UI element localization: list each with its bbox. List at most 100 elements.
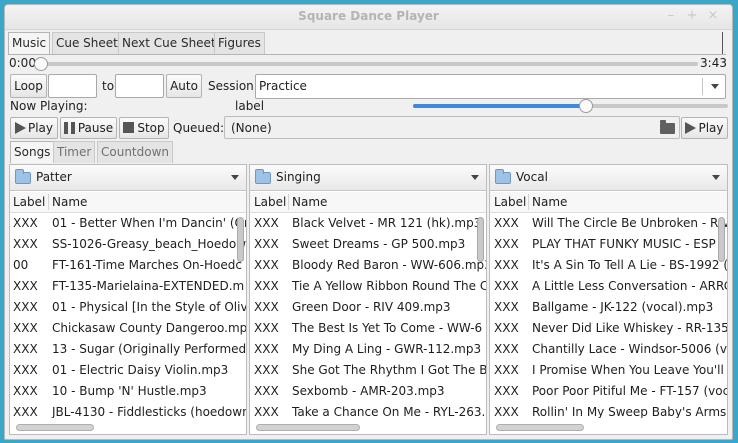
tab-countdown[interactable]: Countdown [97,141,174,163]
table-row[interactable]: XXX A Little Less Conversation - ARRC [490,276,727,297]
row-name: She Got The Rhythm I Got The Bl [292,363,486,377]
vertical-scrollbar[interactable] [237,217,244,262]
row-label: XXX [13,405,38,418]
category-select[interactable]: Vocal [490,165,727,191]
close-button[interactable]: × [706,9,720,23]
table-row[interactable]: XXX JBL-4130 - Fiddlesticks (hoedown [10,402,246,418]
loop-to-field[interactable] [115,74,164,98]
table-row[interactable]: XXX PLAY THAT FUNKY MUSIC - ESP [490,234,727,255]
tab-timer[interactable]: Timer [53,141,96,163]
position-slider-track[interactable] [41,62,698,66]
row-label: XXX [254,216,279,230]
maximize-button[interactable]: + [685,9,699,23]
tab-figures[interactable]: Figures [214,32,265,54]
table-row[interactable]: XXX The Best Is Yet To Come - WW-6 [250,318,486,339]
row-name: FT-135-Marielaina-EXTENDED.m [52,279,245,293]
row-name: SS-1026-Greasy_beach_Hoedow [52,237,246,251]
column-name[interactable]: Name [532,195,567,209]
table-row[interactable]: XXX Poor Poor Pitiful Me - FT-157 (voc [490,381,727,402]
horizontal-scrollbar[interactable] [256,424,360,431]
minimize-button[interactable]: – [664,9,678,23]
tab-music[interactable]: Music [8,32,51,54]
column-divider [528,194,529,210]
table-row[interactable]: XXX Chickasaw County Dangeroo.mp [10,318,246,339]
table-row[interactable]: XXX Sexbomb - AMR-203.mp3 [250,381,486,402]
table-row[interactable]: XXX Bloody Red Baron - WW-606.mp3 [250,255,486,276]
session-label: Session [208,79,254,93]
row-name: Tie A Yellow Ribbon Round The C [292,279,486,293]
table-row[interactable]: XXX Green Door - RIV 409.mp3 [250,297,486,318]
table-row[interactable]: XXX I Promise When You Leave You'll [490,360,727,381]
horizontal-scrollbar[interactable] [16,424,94,431]
row-name: Rollin' In My Sweep Baby's Arms [532,405,727,418]
table-row[interactable]: XXX It's A Sin To Tell A Lie - BS-1992 ( [490,255,727,276]
row-label: XXX [494,237,519,251]
tab-songs[interactable]: Songs [10,141,55,163]
column-label[interactable]: Label [254,195,286,209]
table-row[interactable]: XXX SS-1026-Greasy_beach_Hoedow [10,234,246,255]
category-value: Patter [36,170,72,184]
play-button[interactable]: Play [10,117,58,139]
table-row[interactable]: XXX FT-135-Marielaina-EXTENDED.m [10,276,246,297]
tab-bar-edge [722,32,723,54]
loop-from-field[interactable] [48,74,97,98]
songs-panel-patter: Patter Label Name XXX 01 - Better When I'… [9,164,247,435]
tab-next-cue-sheet[interactable]: Next Cue Sheet [118,32,220,54]
row-name: Sexbomb - AMR-203.mp3 [292,384,445,398]
row-name: Never Did Like Whiskey - RR-135 [532,321,727,335]
table-row[interactable]: XXX Tie A Yellow Ribbon Round The C [250,276,486,297]
vertical-scrollbar[interactable] [718,217,725,262]
table-row[interactable]: XXX Rollin' In My Sweep Baby's Arms [490,402,727,418]
table-row[interactable]: XXX 01 - Physical [In the Style of Olivi [10,297,246,318]
row-label: XXX [13,237,38,251]
stop-button[interactable]: Stop [119,117,169,139]
table-row[interactable]: XXX 13 - Sugar (Originally Performed [10,339,246,360]
position-slider-handle[interactable] [34,57,48,71]
auto-button[interactable]: Auto [166,74,202,98]
title-bar[interactable]: Square Dance Player – + × [5,5,732,30]
table-row[interactable]: XXX Sweet Dreams - GP 500.mp3 [250,234,486,255]
table-row[interactable]: XXX Ballgame - JK-122 (vocal).mp3 [490,297,727,318]
row-label: XXX [13,363,38,377]
volume-slider-handle[interactable] [579,99,594,113]
play-queued-button[interactable]: Play [681,117,728,139]
table-row[interactable]: XXX Take a Chance On Me - RYL-263. [250,402,486,418]
queued-value: (None) [231,121,272,135]
table-row[interactable]: XXX Chantilly Lace - Windsor-5006 (vo [490,339,727,360]
column-label[interactable]: Label [13,195,45,209]
column-name[interactable]: Name [52,195,87,209]
table-row[interactable]: XXX 10 - Bump 'N' Hustle.mp3 [10,381,246,402]
horizontal-scrollbar[interactable] [496,424,584,431]
session-value: Practice [259,79,307,93]
row-label: XXX [494,321,519,335]
open-folder-button[interactable] [655,118,679,138]
row-label: XXX [13,279,38,293]
table-row[interactable]: XXX Black Velvet - MR 121 (hk).mp3 [250,213,486,234]
column-name[interactable]: Name [292,195,327,209]
vertical-scrollbar[interactable] [477,217,484,262]
queued-label: Queued: [173,121,225,135]
table-row[interactable]: XXX She Got The Rhythm I Got The Bl [250,360,486,381]
tab-cue-sheet[interactable]: Cue Sheet [52,32,122,54]
table-row[interactable]: XXX Never Did Like Whiskey - RR-135 [490,318,727,339]
folder-icon [660,120,675,134]
volume-slider-fill [413,104,587,108]
pause-button[interactable]: Pause [60,117,117,139]
table-row[interactable]: XXX 01 - Electric Daisy Violin.mp3 [10,360,246,381]
column-label[interactable]: Label [494,195,526,209]
table-row[interactable]: XXX Will The Circle Be Unbroken - RIV [490,213,727,234]
row-label: XXX [254,237,279,251]
table-row[interactable]: XXX 01 - Better When I'm Dancin' (Or [10,213,246,234]
table-row[interactable]: 00 FT-161-Time Marches On-Hoedc [10,255,246,276]
row-label: XXX [254,405,279,418]
song-list: XXX Will The Circle Be Unbroken - RIV XXX… [490,213,727,418]
position-start-time: 0:00 [9,56,36,70]
table-row[interactable]: XXX My Ding A Ling - GWR-112.mp3 [250,339,486,360]
category-select[interactable]: Patter [10,165,246,191]
category-select[interactable]: Singing [250,165,486,191]
session-select[interactable]: Practice [255,74,726,99]
window-title: Square Dance Player [298,9,439,23]
row-name: A Little Less Conversation - ARRC [532,279,727,293]
row-label: XXX [254,342,279,356]
loop-button[interactable]: Loop [10,74,47,98]
